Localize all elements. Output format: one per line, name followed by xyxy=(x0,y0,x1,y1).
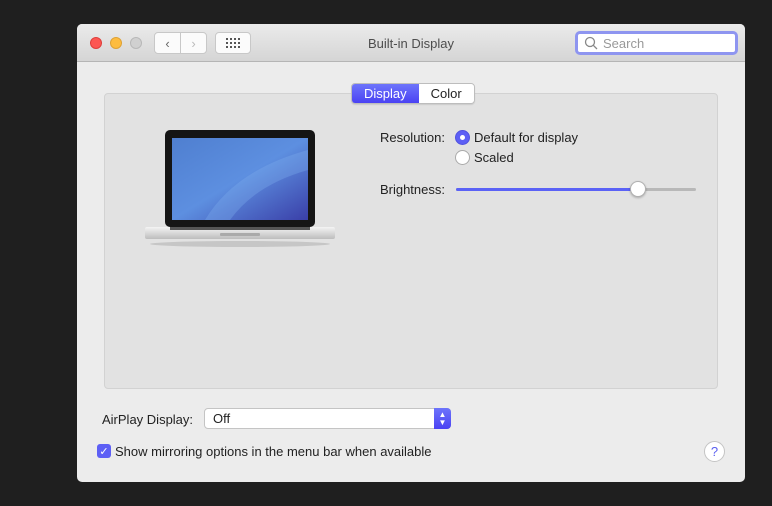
airplay-value: Off xyxy=(213,411,231,426)
up-down-chevron-icon: ▲ ▼ xyxy=(434,408,451,429)
mirroring-label[interactable]: Show mirroring options in the menu bar w… xyxy=(115,444,432,459)
preferences-window: ‹ › Built-in Display Search Display Colo… xyxy=(77,24,745,482)
airplay-display-select[interactable]: Off ▲ ▼ xyxy=(204,408,451,429)
brightness-slider-fill xyxy=(456,188,639,191)
option-scaled-label[interactable]: Scaled xyxy=(474,150,514,165)
search-placeholder: Search xyxy=(603,35,645,51)
checkmark-icon: ✓ xyxy=(99,445,109,458)
tab-display[interactable]: Display xyxy=(352,84,419,103)
resolution-label: Resolution: xyxy=(379,130,445,145)
brightness-slider[interactable] xyxy=(456,181,696,197)
help-button[interactable]: ? xyxy=(704,441,725,462)
tab-color[interactable]: Color xyxy=(418,84,474,103)
option-default-label[interactable]: Default for display xyxy=(474,130,578,145)
laptop-image xyxy=(145,130,335,247)
title-bar: ‹ › Built-in Display Search xyxy=(77,24,745,62)
radio-default-for-display[interactable] xyxy=(455,130,470,145)
tab-bar: Display Color xyxy=(351,83,475,104)
brightness-label: Brightness: xyxy=(379,182,445,197)
search-input[interactable]: Search xyxy=(575,31,738,55)
search-icon xyxy=(584,36,598,50)
mirroring-checkbox[interactable]: ✓ xyxy=(97,444,111,458)
radio-scaled[interactable] xyxy=(455,150,470,165)
airplay-label: AirPlay Display: xyxy=(102,412,194,427)
